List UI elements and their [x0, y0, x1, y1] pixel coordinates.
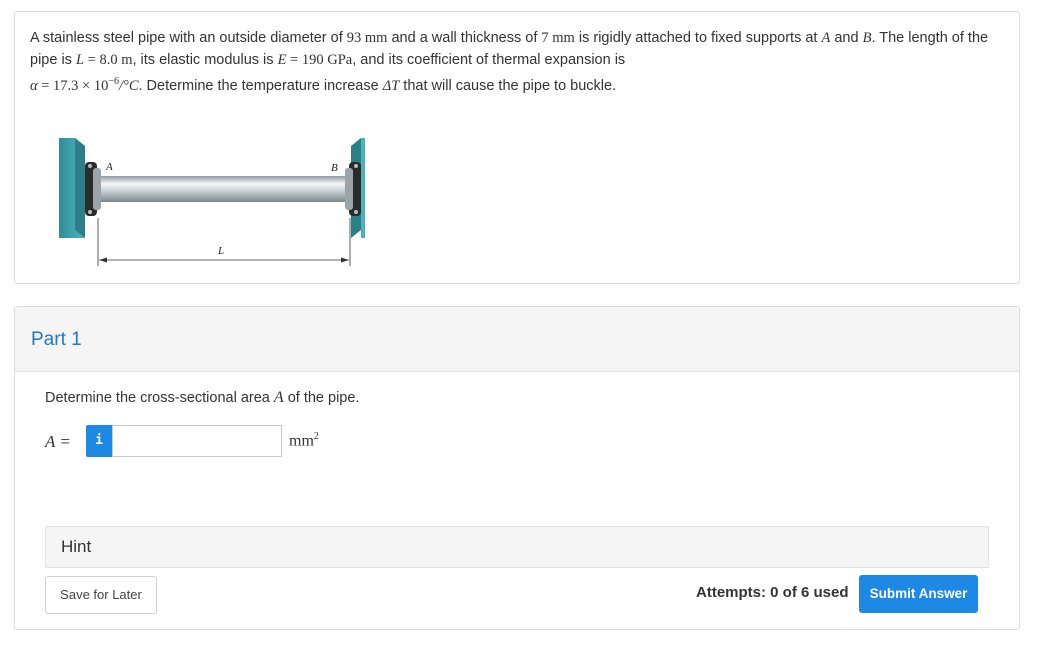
point-a-symbol: A: [821, 30, 831, 46]
pipe-body: [95, 176, 351, 202]
answer-row: A = i mm2: [45, 425, 645, 459]
pipe-diagram: A B L: [59, 138, 385, 266]
label-l: L: [217, 245, 224, 257]
problem-text: , and its coefficient of thermal expansi…: [352, 52, 626, 68]
problem-text: is rigidly attached to fixed supports at: [574, 30, 822, 46]
dimension-line: [97, 218, 351, 266]
problem-text: , its elastic modulus is: [132, 52, 278, 68]
problem-text: A stainless steel pipe with an outside d…: [30, 30, 347, 46]
alpha-exponent: −6: [108, 76, 119, 87]
delta-t-symbol: ΔT: [382, 77, 400, 94]
diameter-value: 93 mm: [346, 30, 388, 46]
part-title: Part 1: [31, 329, 82, 350]
save-for-later-button[interactable]: Save for Later: [45, 576, 157, 614]
length-symbol: L: [75, 52, 85, 68]
problem-statement: A stainless steel pipe with an outside d…: [30, 27, 1000, 97]
label-b: B: [331, 162, 338, 174]
modulus-value: = 190 GPa: [286, 52, 353, 68]
attempts-counter: Attempts: 0 of 6 used: [696, 584, 849, 601]
hint-button[interactable]: Hint: [45, 526, 989, 568]
problem-text: that will cause the pipe to buckle.: [399, 77, 617, 94]
unit-label: mm2: [289, 431, 319, 450]
answer-label: A =: [45, 432, 71, 451]
left-support: [59, 138, 85, 238]
question-suffix: of the pipe.: [283, 390, 360, 406]
pipe-figure: A B L: [45, 124, 385, 269]
problem-text: and: [830, 30, 863, 46]
wall-thickness-value: 7 mm: [541, 30, 575, 46]
alpha-value: = 17.3 × 10: [37, 77, 109, 94]
submit-answer-button[interactable]: Submit Answer: [859, 575, 978, 613]
answer-input[interactable]: [112, 425, 282, 457]
right-flange: [345, 162, 361, 216]
problem-text: and a wall thickness of: [387, 30, 542, 46]
problem-card: A stainless steel pipe with an outside d…: [14, 11, 1020, 284]
question-prefix: Determine the cross-sectional area: [45, 390, 274, 406]
question-symbol: A: [273, 389, 284, 406]
alpha-unit: /°C: [119, 77, 139, 94]
hint-label: Hint: [61, 537, 92, 556]
length-value: = 8.0 m: [84, 52, 133, 68]
unit-exponent: 2: [313, 431, 319, 442]
left-flange: [85, 162, 101, 216]
label-a: A: [105, 161, 113, 173]
part-card: Part 1 Determine the cross-sectional are…: [14, 306, 1020, 630]
unit-base: mm: [289, 432, 314, 450]
alpha-symbol: α: [30, 77, 38, 94]
info-icon[interactable]: i: [86, 425, 112, 457]
part-header: Part 1: [15, 307, 1019, 372]
question-text: Determine the cross-sectional area A of …: [45, 389, 359, 407]
problem-text: . Determine the temperature increase: [138, 77, 383, 94]
